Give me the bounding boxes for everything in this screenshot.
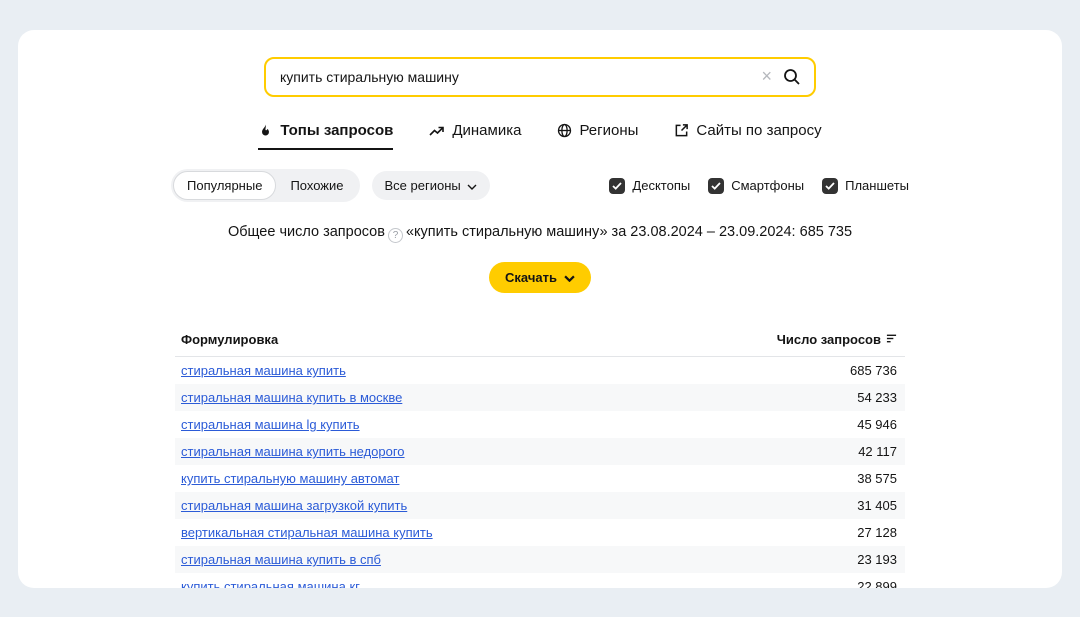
- tab-label: Сайты по запросу: [696, 122, 822, 139]
- download-button-label: Скачать: [505, 270, 557, 285]
- checkbox-desktops[interactable]: Десктопы: [609, 177, 691, 194]
- phrase-link[interactable]: стиральная машина купить недорого: [181, 444, 405, 459]
- query-count: 23 193: [857, 552, 897, 567]
- tab-sites[interactable]: Сайты по запросу: [674, 122, 822, 150]
- tab-label: Регионы: [579, 122, 639, 139]
- checkbox-checked-icon: [708, 177, 725, 194]
- phrase-link[interactable]: стиральная машина купить: [181, 363, 346, 378]
- tab-top-queries[interactable]: Топы запросов: [258, 122, 394, 150]
- table-row: купить стиральную машину автомат 38 575: [175, 465, 905, 492]
- column-header-phrase: Формулировка: [181, 332, 279, 347]
- phrase-link[interactable]: купить стиральную машину автомат: [181, 471, 399, 486]
- checkbox-label: Десктопы: [632, 178, 691, 193]
- phrase-link[interactable]: купить стиральная машина кг: [181, 579, 360, 588]
- phrase-link[interactable]: стиральная машина lg купить: [181, 417, 360, 432]
- summary-total: 685 735: [799, 224, 853, 240]
- external-link-icon: [674, 123, 689, 138]
- summary-period: за 23.08.2024 – 23.09.2024:: [611, 224, 796, 240]
- table-row: вертикальная стиральная машина купить 27…: [175, 519, 905, 546]
- checkbox-checked-icon: [822, 177, 839, 194]
- help-icon[interactable]: ?: [387, 228, 403, 243]
- checkbox-tablets[interactable]: Планшеты: [822, 177, 909, 194]
- query-count: 27 128: [857, 525, 897, 540]
- checkbox-smartphones[interactable]: Смартфоны: [708, 177, 805, 194]
- table-row: стиральная машина купить 685 736: [175, 357, 905, 384]
- checkbox-label: Планшеты: [845, 178, 909, 193]
- table-row: стиральная машина купить недорого 42 117: [175, 438, 905, 465]
- table-row: купить стиральная машина кг 22 899: [175, 573, 905, 588]
- chevron-down-icon: [467, 178, 477, 193]
- query-count: 38 575: [857, 471, 897, 486]
- total-queries-summary: Общее число запросов? «купить стиральную …: [18, 224, 1062, 243]
- regions-dropdown-label: Все регионы: [384, 178, 461, 193]
- phrase-link[interactable]: стиральная машина купить в москве: [181, 390, 402, 405]
- chevron-down-icon: [564, 270, 575, 285]
- queries-table: Формулировка Число запросов стиральная м…: [175, 326, 905, 588]
- regions-dropdown[interactable]: Все регионы: [371, 171, 490, 200]
- phrase-link[interactable]: вертикальная стиральная машина купить: [181, 525, 433, 540]
- table-row: стиральная машина купить в москве 54 233: [175, 384, 905, 411]
- search-box: ×: [264, 57, 816, 97]
- tab-bar: Топы запросов Динамика Регионы Сайты по …: [18, 122, 1062, 150]
- column-header-count[interactable]: Число запросов: [777, 332, 897, 347]
- query-count: 22 899: [857, 579, 897, 588]
- table-header: Формулировка Число запросов: [175, 326, 905, 357]
- phrase-link[interactable]: стиральная машина загрузкой купить: [181, 498, 407, 513]
- sort-icon: [886, 332, 897, 347]
- tab-label: Динамика: [452, 122, 522, 139]
- popular-similar-toggle: Популярные Похожие: [171, 169, 360, 202]
- query-count: 42 117: [858, 444, 897, 459]
- search-input[interactable]: [280, 69, 762, 85]
- column-header-count-label: Число запросов: [776, 332, 881, 347]
- globe-icon: [557, 123, 572, 138]
- filter-bar: Популярные Похожие Все регионы Десктопы …: [171, 169, 909, 202]
- query-count: 45 946: [857, 417, 897, 432]
- table-row: стиральная машина купить в спб 23 193: [175, 546, 905, 573]
- trend-icon: [429, 124, 445, 138]
- query-count: 54 233: [857, 390, 897, 405]
- search-icon[interactable]: [782, 67, 802, 87]
- summary-label: Общее число запросов: [227, 224, 385, 240]
- summary-query: «купить стиральную машину»: [405, 224, 608, 240]
- phrase-link[interactable]: стиральная машина купить в спб: [181, 552, 381, 567]
- checkbox-label: Смартфоны: [731, 178, 805, 193]
- wordstat-card: × Топы запросов Ди: [18, 30, 1062, 588]
- toggle-popular[interactable]: Популярные: [173, 171, 277, 200]
- tab-label: Топы запросов: [280, 122, 394, 139]
- tab-regions[interactable]: Регионы: [557, 122, 638, 150]
- query-count: 31 405: [857, 498, 897, 513]
- checkbox-checked-icon: [609, 177, 626, 194]
- tab-dynamics[interactable]: Динамика: [429, 122, 521, 150]
- table-row: стиральная машина загрузкой купить 31 40…: [175, 492, 905, 519]
- toggle-similar[interactable]: Похожие: [276, 171, 357, 200]
- flame-icon: [258, 123, 273, 139]
- query-count: 685 736: [850, 363, 897, 378]
- clear-icon[interactable]: ×: [761, 67, 782, 87]
- device-filters: Десктопы Смартфоны Планшеты: [609, 177, 909, 194]
- download-button[interactable]: Скачать: [489, 262, 591, 293]
- table-row: стиральная машина lg купить 45 946: [175, 411, 905, 438]
